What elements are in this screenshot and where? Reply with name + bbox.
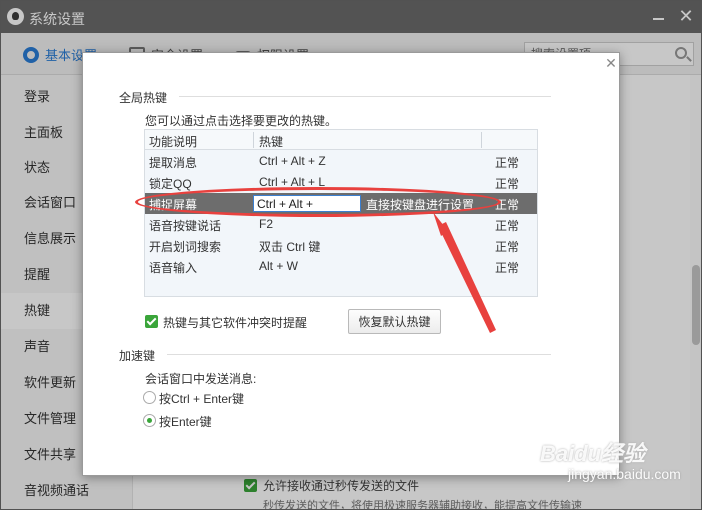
baidu-watermark-url: jingyan.baidu.com <box>568 466 681 482</box>
baidu-watermark-logo: Baidu经验 <box>540 441 646 466</box>
annotation-arrow <box>433 212 496 333</box>
arrow-shaft <box>438 222 496 333</box>
